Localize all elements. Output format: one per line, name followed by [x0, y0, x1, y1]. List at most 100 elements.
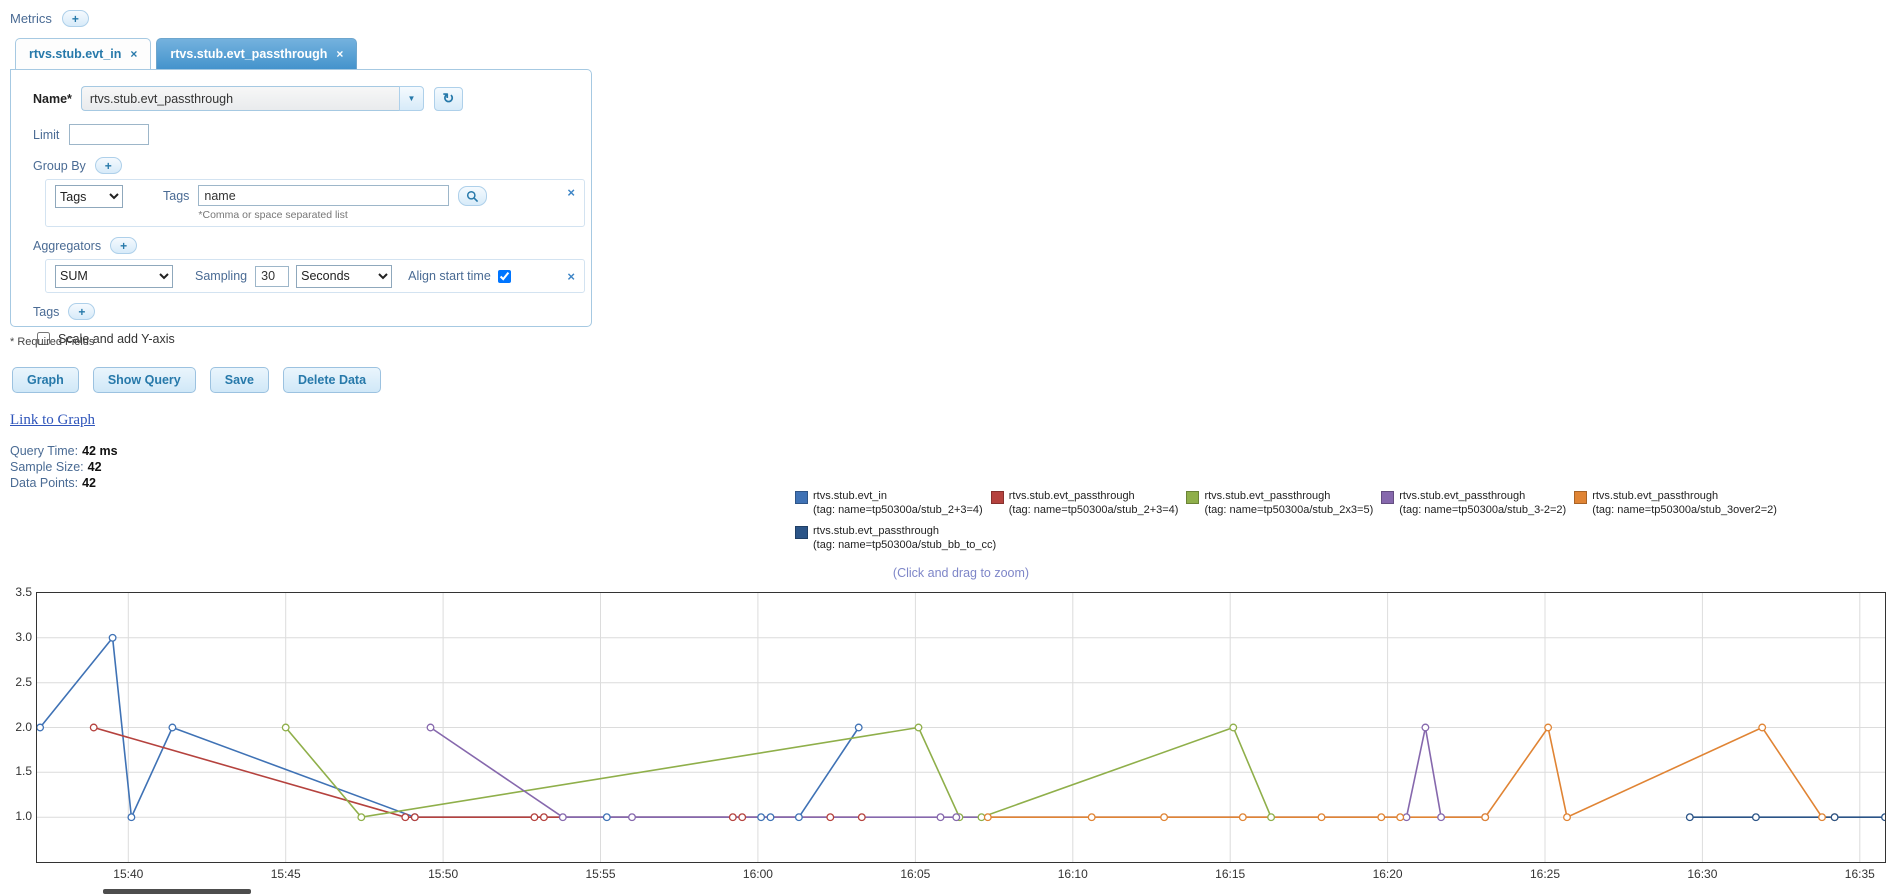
legend-series-name: rtvs.stub.evt_passthrough [1008, 490, 1135, 502]
show-query-button[interactable]: Show Query [92, 367, 196, 393]
legend-item: rtvs.stub.evt_passthrough (tag: name=tp5… [990, 490, 1179, 517]
tags-header: Tags + [33, 303, 591, 320]
metric-name-input[interactable] [80, 86, 399, 111]
group-by-type-select[interactable]: Tags [55, 185, 123, 208]
query-time-label: Query Time: [10, 444, 79, 458]
sampling-value-input[interactable] [255, 265, 290, 287]
x-axis-tick: 16:35 [1844, 867, 1875, 881]
remove-aggregator-icon[interactable]: × [567, 269, 575, 284]
data-points-value: 42 [82, 476, 96, 490]
tab-close-icon[interactable]: × [130, 47, 137, 61]
action-buttons: Graph Show Query Save Delete Data [12, 367, 382, 393]
tab-evt-in[interactable]: rtvs.stub.evt_in × [15, 38, 152, 69]
legend-series-tag: (tag: name=tp50300a/stub_3over2=2) [1592, 503, 1777, 516]
x-axis-tick: 16:30 [1687, 867, 1718, 881]
chart-plot-area[interactable] [36, 592, 1886, 863]
link-to-graph[interactable]: Link to Graph [10, 412, 95, 429]
tab-label: rtvs.stub.evt_passthrough [170, 47, 328, 61]
sample-size-label: Sample Size: [10, 460, 84, 474]
data-points-label: Data Points: [10, 476, 79, 490]
limit-input[interactable] [69, 124, 150, 145]
sampling-unit-select[interactable]: Seconds [296, 264, 393, 288]
align-start-time-checkbox[interactable] [497, 269, 511, 283]
legend-series-name: rtvs.stub.evt_passthrough [1204, 490, 1331, 502]
x-axis-tick: 16:05 [900, 867, 931, 881]
aggregators-header: Aggregators + [33, 237, 591, 254]
legend-series-name: rtvs.stub.evt_passthrough [1399, 490, 1526, 502]
query-time-row: Query Time: 42 ms [10, 443, 118, 459]
x-axis-tick: 16:00 [742, 867, 773, 881]
y-axis-tick: 3.5 [15, 585, 32, 599]
query-time-value: 42 ms [82, 444, 118, 458]
add-group-by-button[interactable]: + [94, 157, 122, 174]
y-axis-tick: 1.0 [15, 809, 32, 824]
tab-evt-passthrough[interactable]: rtvs.stub.evt_passthrough × [156, 38, 358, 69]
y-axis: 3.5 3.0 2.5 2.0 1.5 1.0 [2, 585, 32, 863]
query-stats: Query Time: 42 ms Sample Size: 42 Data Poi… [10, 443, 118, 491]
scrollbar-thumb[interactable] [103, 889, 251, 894]
legend-series-tag: (tag: name=tp50300a/stub_2x3=5) [1204, 503, 1374, 516]
search-icon [467, 190, 479, 202]
legend-swatch [990, 491, 1004, 504]
chart-svg [37, 593, 1885, 862]
limit-row: Limit [33, 124, 591, 145]
x-axis-tick: 16:15 [1215, 867, 1246, 881]
legend-swatch [795, 491, 808, 504]
metrics-label: Metrics [10, 11, 52, 26]
aggregator-row: SUM Sampling Seconds Align start time × [45, 259, 585, 293]
legend-item: rtvs.stub.evt_in (tag: name=tp50300a/stu… [795, 490, 983, 517]
delete-data-button[interactable]: Delete Data [282, 367, 382, 393]
group-by-label: Group By [33, 158, 86, 173]
save-button[interactable]: Save [209, 367, 269, 393]
group-by-tags-input[interactable] [198, 185, 450, 206]
x-axis-tick: 16:10 [1057, 867, 1088, 881]
chart-legend: rtvs.stub.evt_in (tag: name=tp50300a/stu… [795, 490, 1891, 552]
y-axis-tick: 3.0 [15, 629, 32, 644]
legend-item: rtvs.stub.evt_passthrough (tag: name=tp5… [1381, 490, 1566, 517]
tags-label: Tags [33, 304, 60, 319]
metric-form: Name* ▼ ↻ Limit Group By + Tags Tags *C [10, 69, 592, 346]
sampling-label: Sampling [195, 269, 248, 283]
x-axis-tick: 16:20 [1372, 867, 1403, 881]
refresh-button[interactable]: ↻ [433, 86, 463, 111]
legend-series-name: rtvs.stub.evt_in [813, 490, 887, 502]
tab-close-icon[interactable]: × [336, 47, 343, 61]
add-metric-button[interactable]: + [61, 10, 89, 27]
legend-item: rtvs.stub.evt_passthrough (tag: name=tp5… [1574, 490, 1777, 517]
aggregators-label: Aggregators [33, 238, 102, 253]
chevron-down-icon: ▼ [407, 94, 416, 103]
name-dropdown-button[interactable]: ▼ [398, 86, 424, 111]
legend-item: rtvs.stub.evt_passthrough (tag: name=tp5… [1186, 490, 1373, 517]
remove-group-by-icon[interactable]: × [567, 185, 575, 200]
sample-size-value: 42 [87, 460, 102, 474]
refresh-icon: ↻ [442, 90, 455, 106]
y-axis-tick: 2.5 [15, 674, 32, 689]
search-button[interactable] [458, 186, 488, 206]
zoom-hint: (Click and drag to zoom) [892, 566, 1030, 580]
legend-swatch [1186, 491, 1200, 504]
legend-series-tag: (tag: name=tp50300a/stub_3-2=2) [1399, 503, 1567, 516]
legend-swatch [1381, 491, 1395, 504]
legend-series-name: rtvs.stub.evt_passthrough [813, 525, 939, 537]
metric-tabs: rtvs.stub.evt_in × rtvs.stub.evt_passthr… [10, 36, 592, 69]
aggregator-function-select[interactable]: SUM [55, 264, 173, 288]
name-label: Name* [33, 91, 72, 106]
x-axis-tick: 15:50 [428, 867, 459, 881]
legend-series-tag: (tag: name=tp50300a/stub_bb_to_cc) [813, 538, 997, 551]
x-axis: 15:40 15:45 15:50 15:55 16:00 16:05 16:10 16:15… [37, 867, 1885, 883]
legend-series-tag: (tag: name=tp50300a/stub_2+3=4) [1008, 503, 1179, 516]
x-axis-tick: 15:45 [270, 867, 301, 881]
group-by-header: Group By + [33, 157, 591, 174]
x-axis-tick: 16:25 [1529, 867, 1560, 881]
x-axis-tick: 15:40 [113, 867, 144, 881]
add-tag-button[interactable]: + [68, 303, 96, 320]
x-axis-tick: 15:55 [585, 867, 616, 881]
group-by-tags-label: Tags [163, 189, 190, 203]
add-aggregator-button[interactable]: + [110, 237, 138, 254]
graph-button[interactable]: Graph [12, 367, 79, 393]
limit-label: Limit [33, 127, 60, 142]
sample-size-row: Sample Size: 42 [10, 459, 118, 475]
legend-item: rtvs.stub.evt_passthrough (tag: name=tp5… [795, 525, 996, 552]
align-start-time-label: Align start time [408, 269, 491, 283]
metric-query-panel: rtvs.stub.evt_in × rtvs.stub.evt_passthr… [10, 36, 592, 348]
